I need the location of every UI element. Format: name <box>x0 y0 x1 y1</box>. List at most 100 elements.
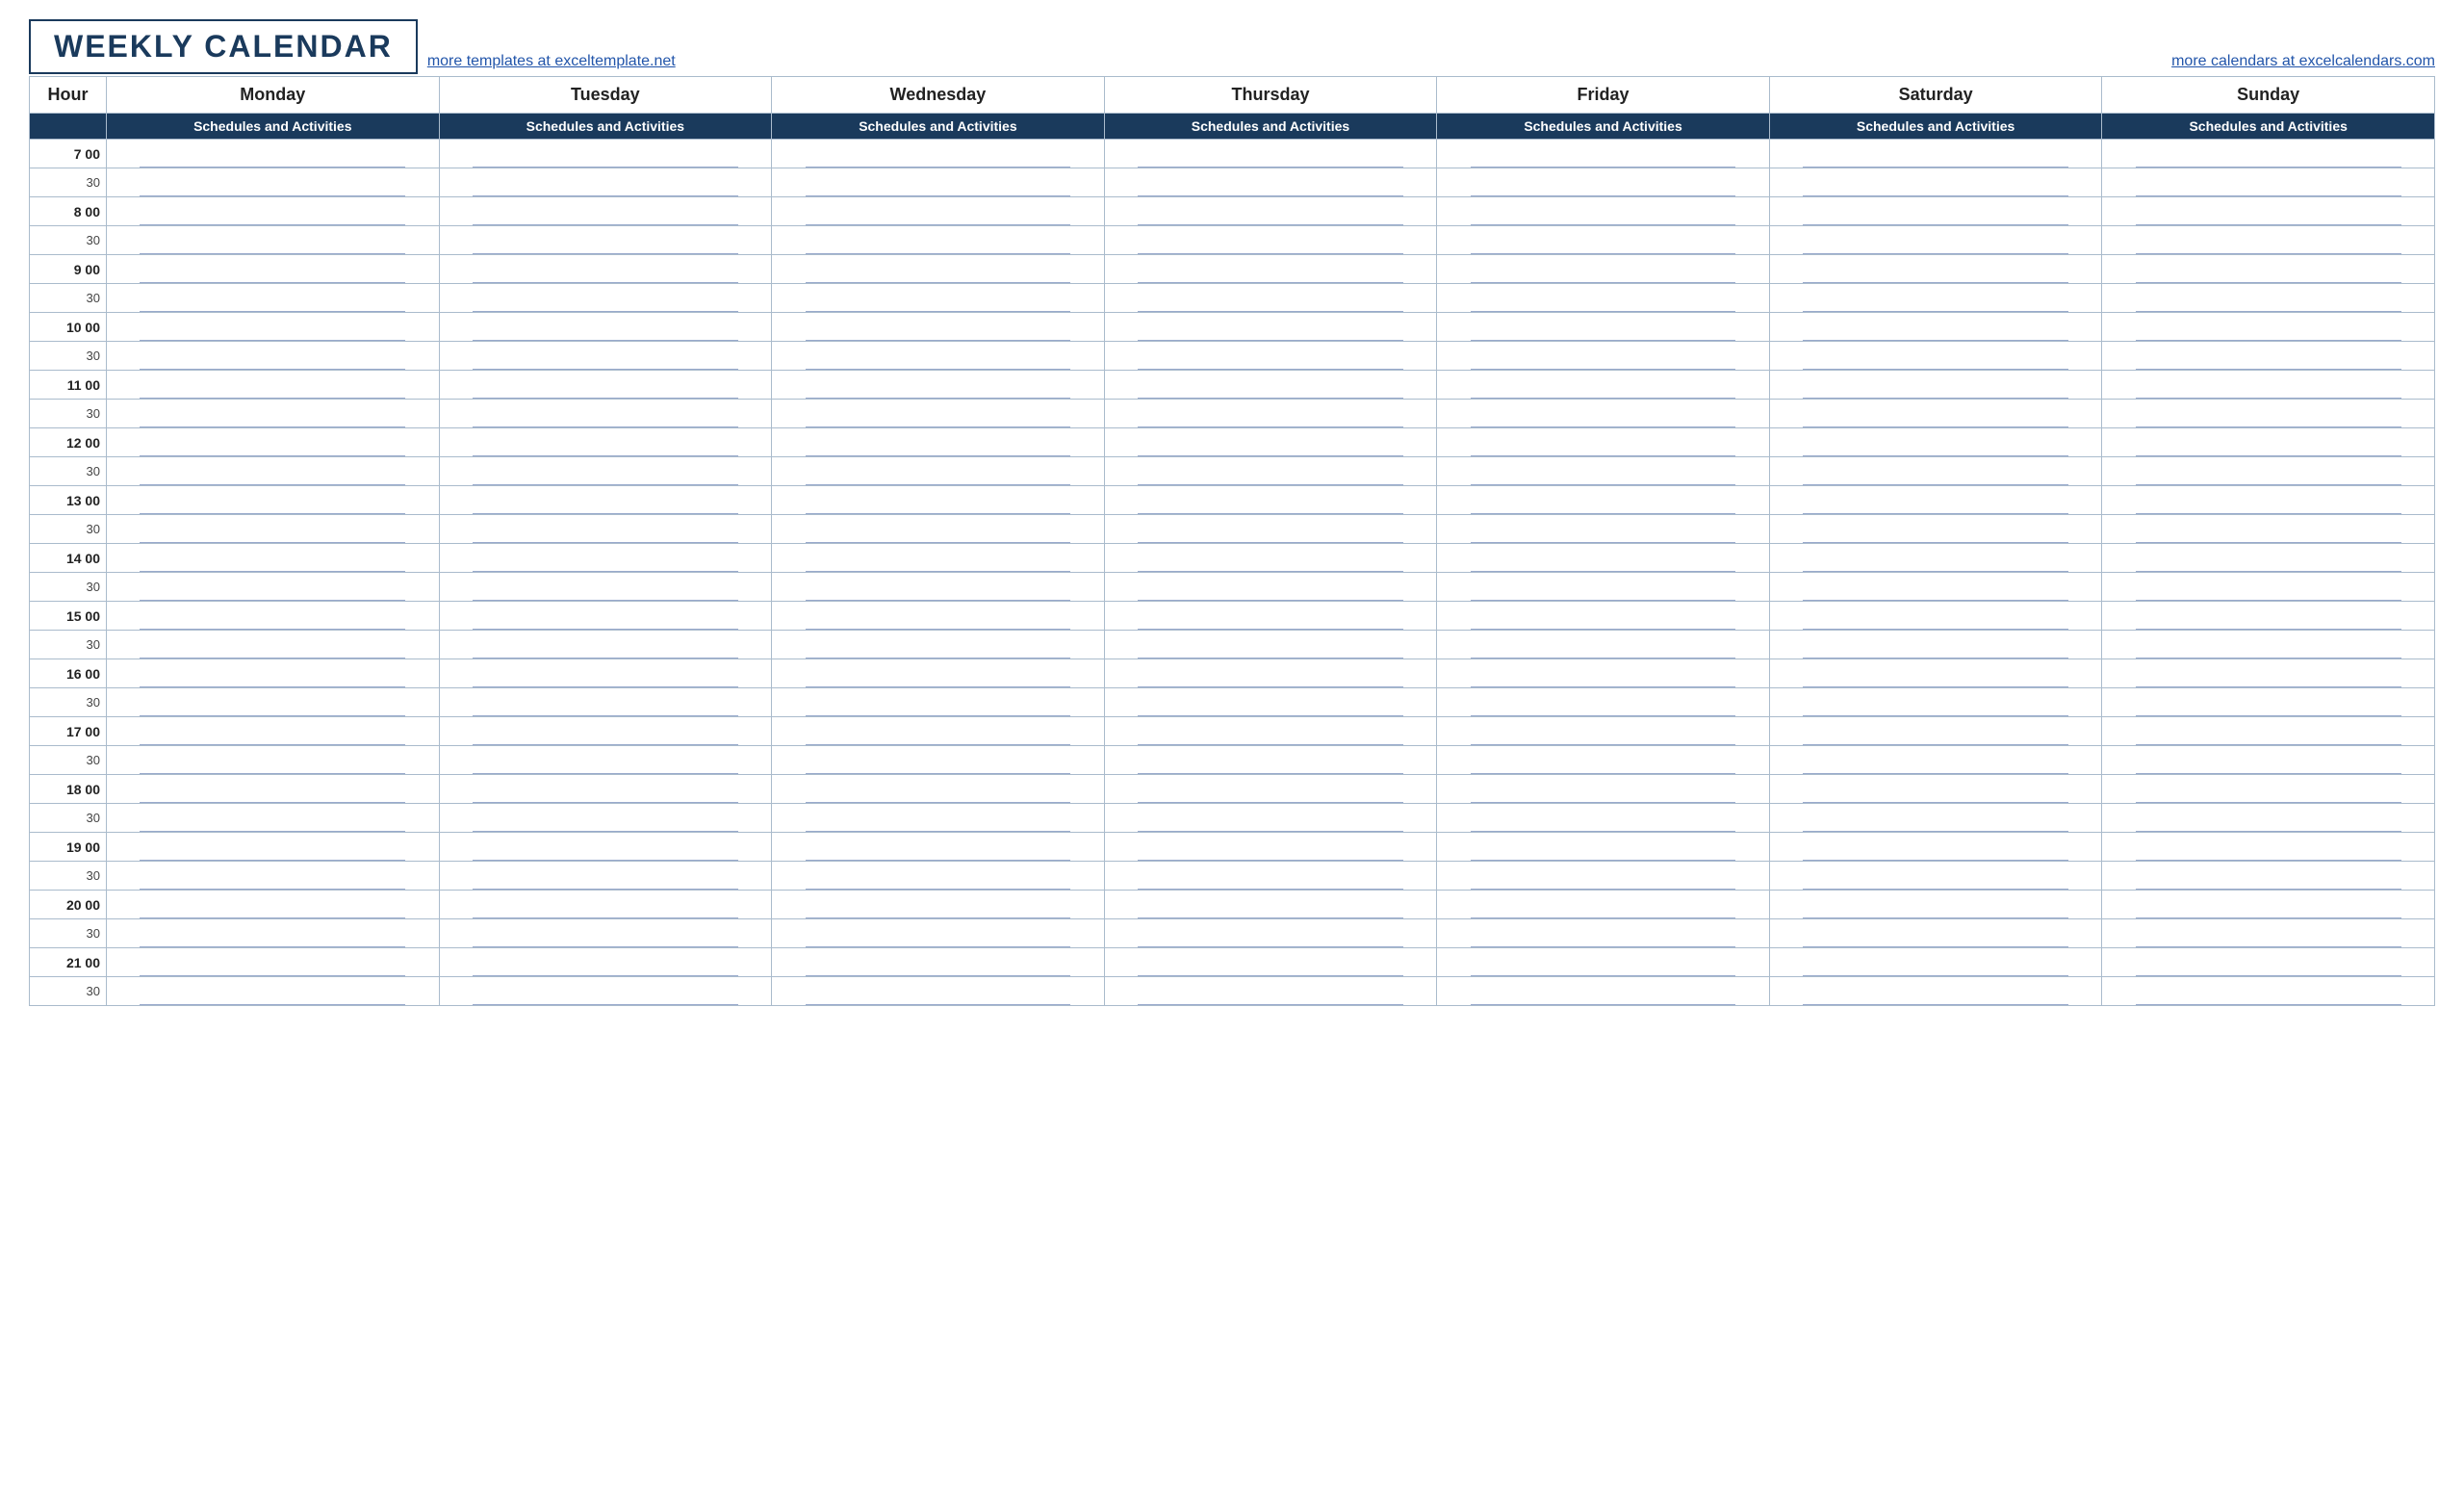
schedule-cell-16-day-6[interactable] <box>2102 659 2435 688</box>
schedule-cell-11-30-day-6[interactable] <box>2102 400 2435 428</box>
schedule-cell-11-day-0[interactable] <box>107 371 440 400</box>
schedule-cell-8-day-4[interactable] <box>1437 197 1770 226</box>
schedule-cell-18-30-day-3[interactable] <box>1104 804 1437 833</box>
schedule-cell-12-day-3[interactable] <box>1104 428 1437 457</box>
schedule-cell-9-day-6[interactable] <box>2102 255 2435 284</box>
schedule-cell-20-day-1[interactable] <box>439 891 772 919</box>
schedule-cell-19-day-1[interactable] <box>439 833 772 862</box>
schedule-cell-15-day-1[interactable] <box>439 602 772 631</box>
schedule-cell-13-30-day-0[interactable] <box>107 515 440 544</box>
schedule-cell-8-30-day-0[interactable] <box>107 226 440 255</box>
schedule-cell-19-30-day-1[interactable] <box>439 862 772 891</box>
schedule-cell-18-30-day-2[interactable] <box>772 804 1105 833</box>
schedule-cell-18-30-day-4[interactable] <box>1437 804 1770 833</box>
schedule-cell-10-day-2[interactable] <box>772 313 1105 342</box>
schedule-cell-12-30-day-4[interactable] <box>1437 457 1770 486</box>
schedule-cell-16-day-0[interactable] <box>107 659 440 688</box>
schedule-cell-9-30-day-4[interactable] <box>1437 284 1770 313</box>
schedule-cell-13-day-0[interactable] <box>107 486 440 515</box>
schedule-cell-21-30-day-3[interactable] <box>1104 977 1437 1006</box>
schedule-cell-13-30-day-5[interactable] <box>1769 515 2102 544</box>
schedule-cell-7-day-4[interactable] <box>1437 140 1770 168</box>
schedule-cell-17-30-day-3[interactable] <box>1104 746 1437 775</box>
schedule-cell-19-day-2[interactable] <box>772 833 1105 862</box>
schedule-cell-7-30-day-6[interactable] <box>2102 168 2435 197</box>
schedule-cell-12-day-5[interactable] <box>1769 428 2102 457</box>
schedule-cell-18-day-5[interactable] <box>1769 775 2102 804</box>
schedule-cell-20-30-day-6[interactable] <box>2102 919 2435 948</box>
schedule-cell-8-day-6[interactable] <box>2102 197 2435 226</box>
schedule-cell-10-30-day-4[interactable] <box>1437 342 1770 371</box>
schedule-cell-14-30-day-4[interactable] <box>1437 573 1770 602</box>
schedule-cell-17-30-day-6[interactable] <box>2102 746 2435 775</box>
schedule-cell-18-day-2[interactable] <box>772 775 1105 804</box>
schedule-cell-14-day-6[interactable] <box>2102 544 2435 573</box>
schedule-cell-12-30-day-5[interactable] <box>1769 457 2102 486</box>
schedule-cell-17-day-4[interactable] <box>1437 717 1770 746</box>
schedule-cell-15-day-5[interactable] <box>1769 602 2102 631</box>
schedule-cell-10-day-5[interactable] <box>1769 313 2102 342</box>
schedule-cell-21-30-day-0[interactable] <box>107 977 440 1006</box>
schedule-cell-20-30-day-0[interactable] <box>107 919 440 948</box>
schedule-cell-7-day-0[interactable] <box>107 140 440 168</box>
schedule-cell-10-day-1[interactable] <box>439 313 772 342</box>
schedule-cell-12-day-6[interactable] <box>2102 428 2435 457</box>
schedule-cell-17-day-6[interactable] <box>2102 717 2435 746</box>
schedule-cell-7-30-day-5[interactable] <box>1769 168 2102 197</box>
schedule-cell-10-30-day-5[interactable] <box>1769 342 2102 371</box>
schedule-cell-19-30-day-0[interactable] <box>107 862 440 891</box>
schedule-cell-13-day-1[interactable] <box>439 486 772 515</box>
schedule-cell-9-day-3[interactable] <box>1104 255 1437 284</box>
schedule-cell-16-30-day-3[interactable] <box>1104 688 1437 717</box>
schedule-cell-7-30-day-2[interactable] <box>772 168 1105 197</box>
schedule-cell-12-day-4[interactable] <box>1437 428 1770 457</box>
schedule-cell-15-30-day-2[interactable] <box>772 631 1105 659</box>
schedule-cell-21-30-day-1[interactable] <box>439 977 772 1006</box>
schedule-cell-17-day-5[interactable] <box>1769 717 2102 746</box>
schedule-cell-16-30-day-5[interactable] <box>1769 688 2102 717</box>
schedule-cell-7-day-1[interactable] <box>439 140 772 168</box>
schedule-cell-12-30-day-1[interactable] <box>439 457 772 486</box>
schedule-cell-15-30-day-3[interactable] <box>1104 631 1437 659</box>
schedule-cell-19-day-0[interactable] <box>107 833 440 862</box>
schedule-cell-8-day-1[interactable] <box>439 197 772 226</box>
schedule-cell-19-day-6[interactable] <box>2102 833 2435 862</box>
schedule-cell-17-day-2[interactable] <box>772 717 1105 746</box>
schedule-cell-17-day-0[interactable] <box>107 717 440 746</box>
schedule-cell-9-30-day-3[interactable] <box>1104 284 1437 313</box>
schedule-cell-14-day-0[interactable] <box>107 544 440 573</box>
schedule-cell-11-30-day-0[interactable] <box>107 400 440 428</box>
schedule-cell-13-30-day-1[interactable] <box>439 515 772 544</box>
schedule-cell-15-day-3[interactable] <box>1104 602 1437 631</box>
schedule-cell-15-day-0[interactable] <box>107 602 440 631</box>
schedule-cell-9-day-0[interactable] <box>107 255 440 284</box>
schedule-cell-13-day-5[interactable] <box>1769 486 2102 515</box>
schedule-cell-21-day-1[interactable] <box>439 948 772 977</box>
schedule-cell-7-30-day-1[interactable] <box>439 168 772 197</box>
schedule-cell-19-day-3[interactable] <box>1104 833 1437 862</box>
schedule-cell-13-day-6[interactable] <box>2102 486 2435 515</box>
schedule-cell-10-30-day-0[interactable] <box>107 342 440 371</box>
schedule-cell-14-30-day-0[interactable] <box>107 573 440 602</box>
schedule-cell-20-day-5[interactable] <box>1769 891 2102 919</box>
schedule-cell-20-day-2[interactable] <box>772 891 1105 919</box>
schedule-cell-7-day-5[interactable] <box>1769 140 2102 168</box>
schedule-cell-17-30-day-2[interactable] <box>772 746 1105 775</box>
schedule-cell-16-30-day-6[interactable] <box>2102 688 2435 717</box>
schedule-cell-19-day-5[interactable] <box>1769 833 2102 862</box>
schedule-cell-11-day-4[interactable] <box>1437 371 1770 400</box>
schedule-cell-15-30-day-4[interactable] <box>1437 631 1770 659</box>
schedule-cell-15-30-day-1[interactable] <box>439 631 772 659</box>
schedule-cell-18-day-6[interactable] <box>2102 775 2435 804</box>
schedule-cell-17-30-day-5[interactable] <box>1769 746 2102 775</box>
schedule-cell-10-30-day-6[interactable] <box>2102 342 2435 371</box>
schedule-cell-9-day-5[interactable] <box>1769 255 2102 284</box>
schedule-cell-14-day-3[interactable] <box>1104 544 1437 573</box>
schedule-cell-9-30-day-5[interactable] <box>1769 284 2102 313</box>
schedule-cell-19-30-day-3[interactable] <box>1104 862 1437 891</box>
schedule-cell-16-30-day-1[interactable] <box>439 688 772 717</box>
schedule-cell-17-day-1[interactable] <box>439 717 772 746</box>
schedule-cell-11-day-5[interactable] <box>1769 371 2102 400</box>
schedule-cell-20-day-4[interactable] <box>1437 891 1770 919</box>
schedule-cell-7-day-2[interactable] <box>772 140 1105 168</box>
